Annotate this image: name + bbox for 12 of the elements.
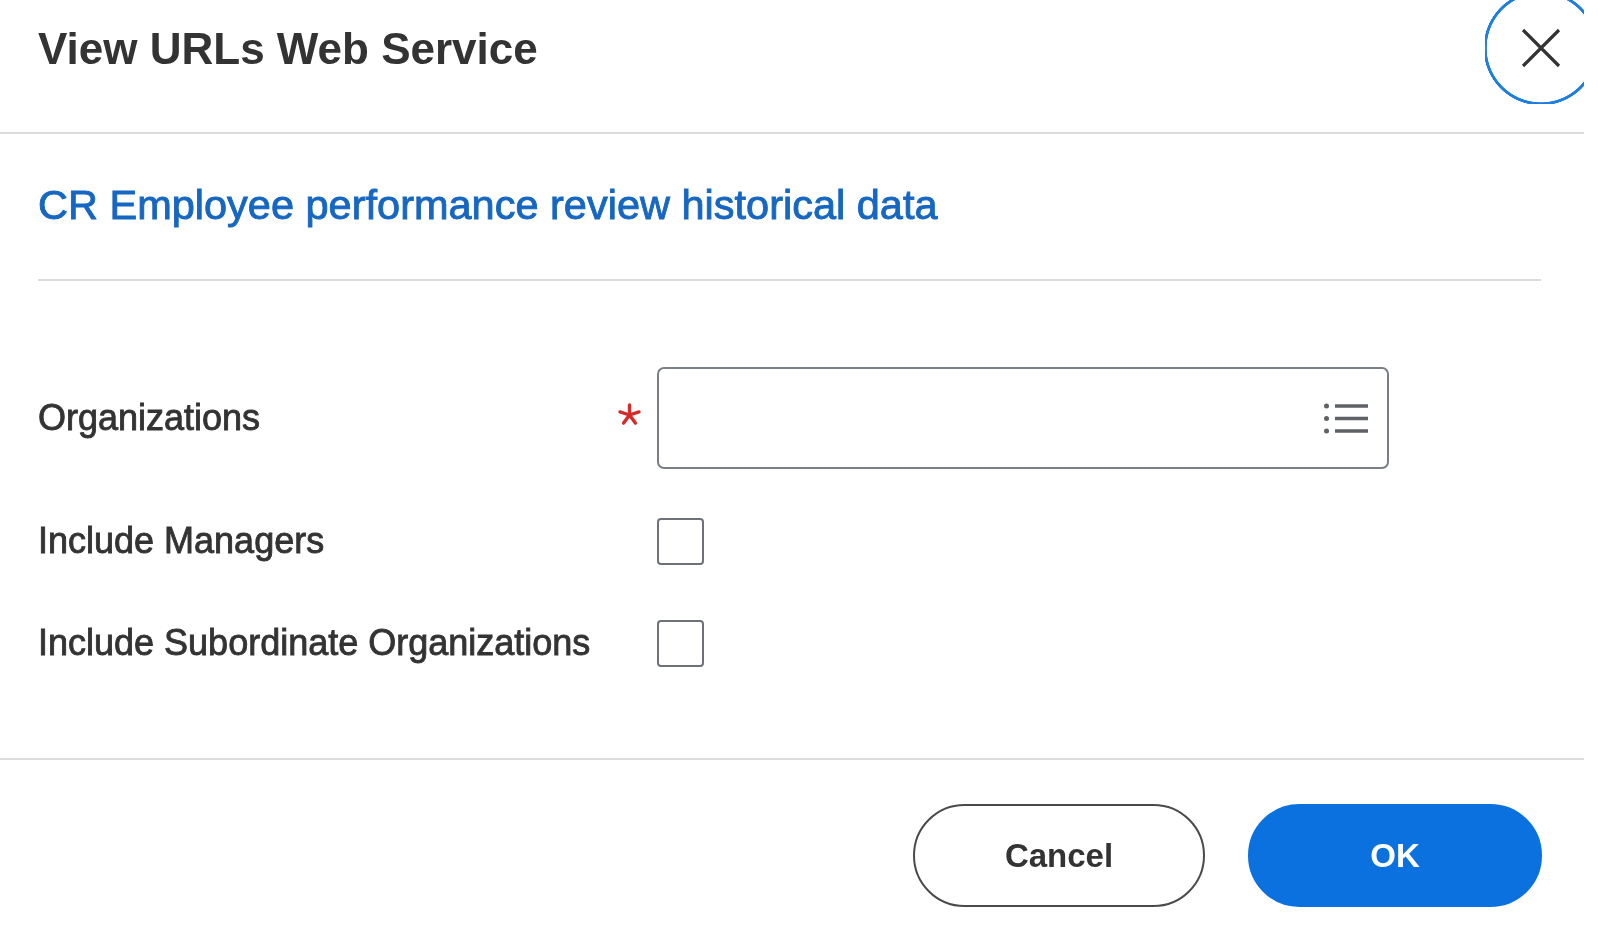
dialog-title: View URLs Web Service bbox=[38, 23, 539, 75]
field-label: Include Managers bbox=[38, 519, 326, 563]
field-label: Organizations bbox=[38, 396, 262, 440]
checkbox[interactable] bbox=[657, 619, 704, 667]
checkbox[interactable] bbox=[657, 517, 704, 565]
cancel-button[interactable]: Cancel bbox=[913, 804, 1205, 907]
ok-button[interactable]: OK bbox=[1248, 804, 1542, 907]
report-link[interactable]: CR Employee performance review historical data bbox=[38, 180, 938, 230]
close-icon bbox=[1521, 28, 1561, 68]
prompt-field[interactable] bbox=[657, 367, 1389, 469]
list-icon[interactable] bbox=[1324, 401, 1368, 435]
field-label: Include Subordinate Organizations bbox=[38, 621, 592, 665]
